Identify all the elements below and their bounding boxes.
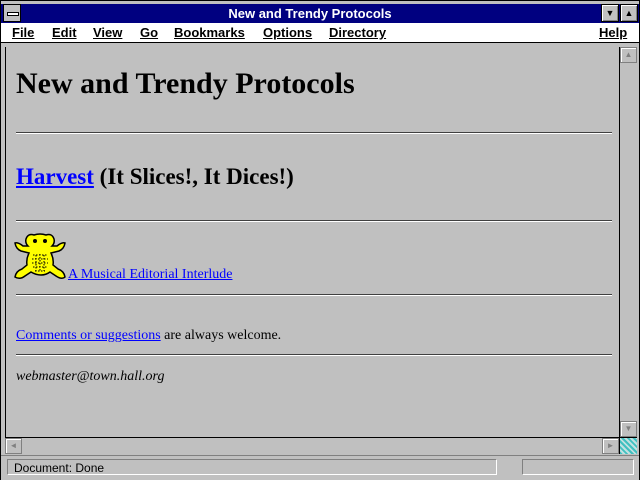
menu-directory[interactable]: Directory (329, 24, 386, 41)
harvest-tagline: (It Slices!, It Dices!) (93, 164, 294, 189)
harvest-heading: Harvest (It Slices!, It Dices!) (16, 164, 294, 190)
horizontal-scrollbar[interactable]: ◄ ► (5, 437, 619, 454)
status-bar: Document: Done (1, 455, 639, 480)
menu-options[interactable]: Options (263, 24, 312, 41)
interlude-line: A Musical Editorial Interlude (68, 267, 232, 283)
maximize-button[interactable]: ▲ (620, 4, 638, 22)
divider (16, 294, 612, 296)
comments-line: Comments or suggestions are always welco… (16, 328, 281, 344)
menu-go[interactable]: Go (140, 24, 158, 41)
scroll-up-button[interactable]: ▲ (620, 47, 637, 63)
window-title: New and Trendy Protocols (228, 6, 392, 21)
menu-help[interactable]: Help (599, 24, 627, 41)
browser-window: New and Trendy Protocols ▼ ▲ File Edit V… (0, 0, 640, 480)
menu-view[interactable]: View (93, 24, 122, 41)
menu-bar: File Edit View Go Bookmarks Options Dire… (1, 23, 639, 43)
divider (16, 220, 612, 222)
scroll-down-button[interactable]: ▼ (620, 421, 637, 437)
document-content: New and Trendy Protocols Harvest (It Sli… (5, 47, 620, 437)
vertical-scrollbar[interactable]: ▲ ▼ (619, 47, 637, 437)
menu-edit[interactable]: Edit (52, 24, 77, 41)
page-title: New and Trendy Protocols (16, 67, 355, 100)
scroll-right-button[interactable]: ► (602, 438, 619, 454)
title-bar[interactable]: New and Trendy Protocols ▼ ▲ (1, 4, 639, 23)
status-text: Document: Done (7, 459, 497, 475)
divider (16, 354, 612, 356)
comments-link[interactable]: Comments or suggestions (16, 328, 161, 343)
resize-grip[interactable] (619, 437, 637, 454)
webmaster-address: webmaster@town.hall.org (16, 369, 165, 384)
interlude-link[interactable]: A Musical Editorial Interlude (68, 267, 232, 282)
frog-icon[interactable] (14, 231, 66, 281)
scroll-left-button[interactable]: ◄ (5, 438, 22, 454)
minimize-button[interactable]: ▼ (601, 4, 619, 22)
divider (16, 132, 612, 134)
system-menu-button[interactable] (3, 4, 21, 22)
harvest-link[interactable]: Harvest (16, 164, 94, 189)
menu-bookmarks[interactable]: Bookmarks (174, 24, 245, 41)
menu-file[interactable]: File (12, 24, 34, 41)
progress-indicator (522, 459, 634, 475)
comments-text: are always welcome. (160, 328, 282, 343)
